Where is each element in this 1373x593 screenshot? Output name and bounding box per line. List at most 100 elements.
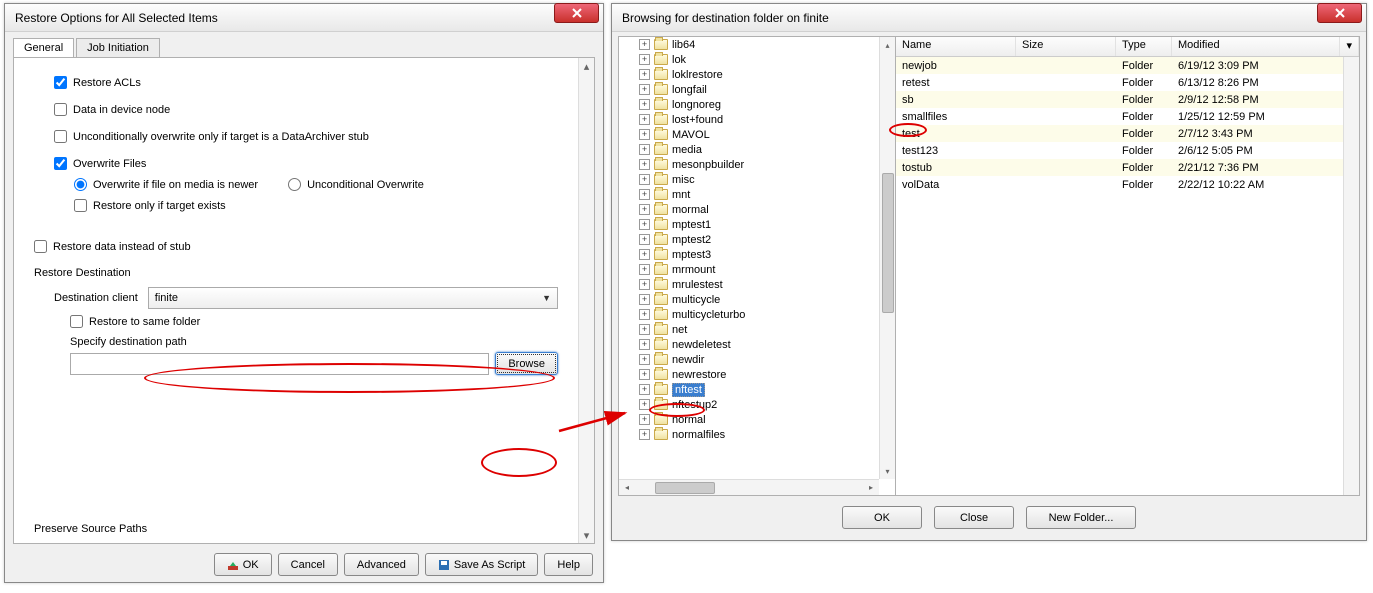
column-size[interactable]: Size [1016,37,1116,56]
tree-item[interactable]: +misc [619,172,879,187]
scrollbar-thumb[interactable] [882,173,894,313]
tree-item[interactable]: +mrulestest [619,277,879,292]
expand-icon[interactable]: + [639,234,650,245]
restore-data-instead-option[interactable]: Restore data instead of stub [34,240,558,253]
list-item[interactable]: test123Folder2/6/12 5:05 PM [896,142,1359,159]
expand-icon[interactable]: + [639,39,650,50]
restore-acls-checkbox[interactable] [54,76,67,89]
list-item[interactable]: sbFolder2/9/12 12:58 PM [896,91,1359,108]
expand-icon[interactable]: + [639,384,650,395]
expand-icon[interactable]: + [639,144,650,155]
tab-general[interactable]: General [13,38,74,57]
tree-item[interactable]: +mesonpbuilder [619,157,879,172]
close-button[interactable]: Close [934,506,1014,529]
list-item[interactable]: testFolder2/7/12 3:43 PM [896,125,1359,142]
expand-icon[interactable]: + [639,204,650,215]
browse-button[interactable]: Browse [495,352,558,375]
tree-item[interactable]: +mptest1 [619,217,879,232]
destination-path-input[interactable] [70,353,489,375]
expand-icon[interactable]: + [639,279,650,290]
expand-icon[interactable]: + [639,174,650,185]
tree-item[interactable]: +nftest [619,382,879,397]
tree-item[interactable]: +normalfiles [619,427,879,442]
expand-icon[interactable]: + [639,114,650,125]
column-options[interactable]: ▾ [1340,37,1359,56]
scrollbar-thumb[interactable] [655,482,715,494]
expand-icon[interactable]: + [639,249,650,260]
expand-icon[interactable]: + [639,129,650,140]
expand-icon[interactable]: + [639,99,650,110]
tree-item[interactable]: +mnt [619,187,879,202]
tree-item[interactable]: +nftestup2 [619,397,879,412]
expand-icon[interactable]: + [639,54,650,65]
tree-item[interactable]: +newrestore [619,367,879,382]
ok-button[interactable]: OK [842,506,922,529]
tree-item[interactable]: +mormal [619,202,879,217]
list-item[interactable]: tostubFolder2/21/12 7:36 PM [896,159,1359,176]
restore-only-if-exists-checkbox[interactable] [74,199,87,212]
tree-item[interactable]: +longnoreg [619,97,879,112]
tree-item[interactable]: +mrmount [619,262,879,277]
tree-scrollbar-horizontal[interactable]: ◂ ▸ [619,479,879,495]
uncond-overwrite-stub-checkbox[interactable] [54,130,67,143]
expand-icon[interactable]: + [639,69,650,80]
list-item[interactable]: smallfilesFolder1/25/12 12:59 PM [896,108,1359,125]
column-type[interactable]: Type [1116,37,1172,56]
data-in-device-node-option[interactable]: Data in device node [54,103,558,116]
tree-item[interactable]: +mptest2 [619,232,879,247]
list-item[interactable]: newjobFolder6/19/12 3:09 PM [896,57,1359,74]
expand-icon[interactable]: + [639,369,650,380]
expand-icon[interactable]: + [639,309,650,320]
close-button[interactable] [554,3,599,23]
tree-item[interactable]: +lok [619,52,879,67]
expand-icon[interactable]: + [639,414,650,425]
tree-item[interactable]: +net [619,322,879,337]
restore-acls-option[interactable]: Restore ACLs [54,76,558,89]
tree-item[interactable]: +mptest3 [619,247,879,262]
column-name[interactable]: Name [896,37,1016,56]
scrollbar-vertical[interactable]: ▴ ▾ [578,58,594,543]
expand-icon[interactable]: + [639,324,650,335]
expand-icon[interactable]: + [639,354,650,365]
cancel-button[interactable]: Cancel [278,553,338,576]
tree-scrollbar-vertical[interactable]: ▴ ▾ [879,37,895,479]
tree-item[interactable]: +media [619,142,879,157]
expand-icon[interactable]: + [639,339,650,350]
tree-item[interactable]: +loklrestore [619,67,879,82]
overwrite-files-checkbox[interactable] [54,157,67,170]
expand-icon[interactable]: + [639,189,650,200]
tree-item[interactable]: +multicycleturbo [619,307,879,322]
expand-icon[interactable]: + [639,429,650,440]
restore-same-folder-option[interactable]: Restore to same folder [70,315,558,328]
restore-only-if-exists-option[interactable]: Restore only if target exists [74,199,558,212]
expand-icon[interactable]: + [639,219,650,230]
expand-icon[interactable]: + [639,84,650,95]
tree-item[interactable]: +lib64 [619,37,879,52]
tree-item[interactable]: +multicycle [619,292,879,307]
data-in-device-node-checkbox[interactable] [54,103,67,116]
restore-same-folder-checkbox[interactable] [70,315,83,328]
expand-icon[interactable]: + [639,159,650,170]
tree-item[interactable]: +lost+found [619,112,879,127]
restore-data-instead-checkbox[interactable] [34,240,47,253]
expand-icon[interactable]: + [639,399,650,410]
tree-item[interactable]: +normal [619,412,879,427]
help-button[interactable]: Help [544,553,593,576]
expand-icon[interactable]: + [639,294,650,305]
advanced-button[interactable]: Advanced [344,553,419,576]
list-scrollbar-vertical[interactable] [1343,57,1359,495]
list-item[interactable]: retestFolder6/13/12 8:26 PM [896,74,1359,91]
save-as-script-button[interactable]: Save As Script [425,553,539,576]
overwrite-files-option[interactable]: Overwrite Files [54,157,558,170]
overwrite-if-newer-option[interactable]: Overwrite if file on media is newer Unco… [74,178,558,191]
new-folder-button[interactable]: New Folder... [1026,506,1136,529]
tree-item[interactable]: +newdeletest [619,337,879,352]
list-item[interactable]: volDataFolder2/22/12 10:22 AM [896,176,1359,193]
tree-item[interactable]: +newdir [619,352,879,367]
expand-icon[interactable]: + [639,264,650,275]
tree-item[interactable]: +longfail [619,82,879,97]
unconditional-overwrite-radio[interactable] [288,178,301,191]
close-button[interactable] [1317,3,1362,23]
tab-job-initiation[interactable]: Job Initiation [76,38,160,57]
overwrite-if-newer-radio[interactable] [74,178,87,191]
